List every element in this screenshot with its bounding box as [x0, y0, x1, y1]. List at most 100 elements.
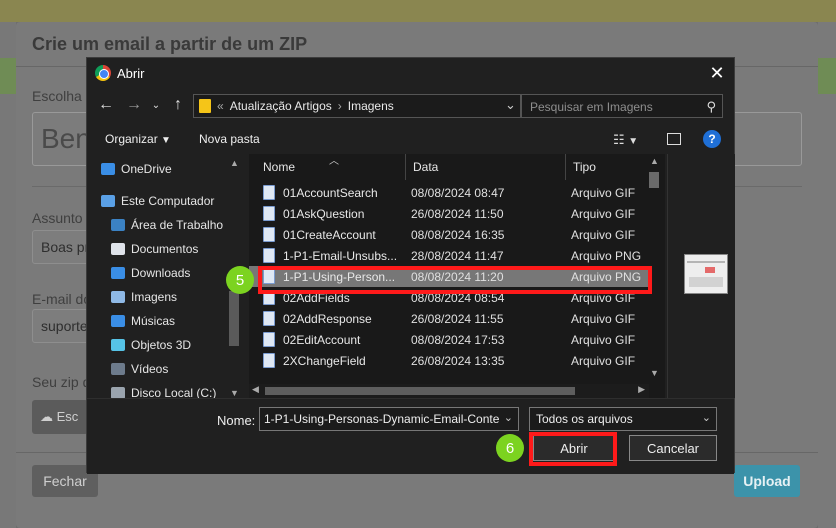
organize-label: Organizar	[105, 132, 158, 146]
folder-icon	[199, 99, 211, 113]
scroll-right-icon[interactable]: ▶	[638, 384, 645, 395]
file-name: 02AddResponse	[283, 312, 372, 326]
breadcrumb-prefix: «	[217, 99, 224, 113]
file-type-filter[interactable]: Todos os arquivos ⌄	[529, 407, 717, 431]
zip-label: Seu zip d	[32, 374, 91, 390]
organize-menu[interactable]: Organizar ▼	[105, 132, 171, 146]
new-folder-button[interactable]: Nova pasta	[199, 132, 260, 146]
search-placeholder: Pesquisar em Imagens	[530, 100, 653, 114]
recent-locations-chevron-icon[interactable]: ⌄	[145, 94, 167, 116]
file-name: 01AskQuestion	[283, 207, 365, 221]
up-arrow-icon[interactable]: ↑	[167, 94, 189, 116]
scroll-down-icon[interactable]: ▼	[650, 368, 659, 378]
choose-file-button[interactable]: ☁ Esc	[32, 400, 88, 434]
sidebar-item-label: Músicas	[131, 314, 176, 328]
image-file-icon	[263, 206, 275, 221]
step-5-badge: 5	[226, 266, 254, 294]
close-icon[interactable]: ✕	[706, 62, 728, 84]
upload-button[interactable]: Upload	[734, 465, 800, 497]
breadcrumb-item-imagens[interactable]: Imagens	[348, 99, 394, 113]
sidebar-item-5[interactable]: Imagens	[111, 286, 177, 308]
email-input[interactable]: suporte	[32, 309, 92, 343]
image-file-icon	[263, 353, 275, 368]
column-date-header[interactable]: Data	[413, 154, 438, 180]
cloud-icon	[101, 163, 115, 175]
column-name-header[interactable]: Nome	[263, 154, 295, 180]
scroll-thumb[interactable]	[229, 291, 239, 346]
file-type: Arquivo GIF	[571, 354, 636, 368]
dialog-title: Abrir	[117, 66, 145, 81]
address-bar[interactable]: « Atualização Artigos › Imagens	[193, 94, 521, 118]
filename-label: Nome:	[217, 413, 256, 428]
sidebar-item-label: Vídeos	[131, 362, 169, 376]
image-file-icon	[263, 248, 275, 263]
sidebar-item-label: Disco Local (C:)	[131, 386, 217, 398]
highlight-open-button	[529, 432, 617, 466]
file-row[interactable]: 1-P1-Email-Unsubs... 28/08/2024 11:47 Arqu…	[249, 245, 649, 266]
chevron-down-icon: ⌄	[503, 412, 513, 424]
horizontal-scrollbar[interactable]: ◀ ▶	[249, 384, 649, 398]
page-left-edge	[0, 22, 16, 528]
sidebar-item-1[interactable]: Este Computador	[101, 190, 214, 212]
scroll-thumb[interactable]	[649, 172, 659, 188]
documents-icon	[111, 243, 125, 255]
view-options-icon[interactable]: ☷ ▼	[613, 132, 638, 148]
sidebar-item-label: Objetos 3D	[131, 338, 192, 352]
file-row[interactable]: 01AccountSearch 08/08/2024 08:47 Arquivo G…	[249, 182, 649, 203]
sidebar-item-label: OneDrive	[121, 162, 172, 176]
filename-input[interactable]: 1-P1-Using-Personas-Dynamic-Email-Conten…	[259, 407, 517, 431]
image-file-icon	[263, 185, 275, 200]
choose-file-label: Esc	[56, 409, 79, 424]
sidebar-item-7[interactable]: Objetos 3D	[111, 334, 191, 356]
page-accent-left	[0, 58, 16, 94]
sidebar-item-label: Este Computador	[121, 194, 215, 208]
sidebar-item-6[interactable]: Músicas	[111, 310, 175, 332]
file-date: 26/08/2024 11:55	[411, 312, 504, 326]
file-row[interactable]: 02AddResponse 26/08/2024 11:55 Arquivo GIF	[249, 308, 649, 329]
cancel-button[interactable]: Cancelar	[629, 435, 717, 461]
sidebar-item-9[interactable]: Disco Local (C:)	[111, 382, 216, 398]
sidebar-item-label: Área de Trabalho	[131, 218, 224, 232]
file-name: 2XChangeField	[283, 354, 366, 368]
horizontal-scroll-thumb[interactable]	[265, 387, 575, 395]
file-type: Arquivo GIF	[571, 207, 636, 221]
forward-arrow-icon[interactable]: →	[123, 94, 145, 116]
sidebar-item-8[interactable]: Vídeos	[111, 358, 168, 380]
sidebar-item-label: Downloads	[131, 266, 191, 280]
scroll-down-icon[interactable]: ▼	[230, 388, 239, 398]
chevron-down-icon: ⌄	[701, 412, 711, 424]
dialog-footer: Nome: 1-P1-Using-Personas-Dynamic-Email-…	[87, 398, 734, 474]
sidebar-item-0[interactable]: OneDrive	[101, 158, 172, 180]
modal-title: Crie um email a partir de um ZIP	[32, 34, 308, 54]
file-type: Arquivo GIF	[571, 312, 636, 326]
sidebar-item-3[interactable]: Documentos	[111, 238, 198, 260]
sort-ascending-icon: ︿	[329, 156, 339, 167]
file-row[interactable]: 2XChangeField 26/08/2024 13:35 Arquivo GIF	[249, 350, 649, 371]
help-icon[interactable]: ?	[703, 130, 721, 148]
search-input[interactable]: Pesquisar em Imagens ⚲	[521, 94, 723, 118]
address-dropdown-icon[interactable]: ⌄	[505, 97, 516, 113]
file-date: 26/08/2024 13:35	[411, 354, 505, 368]
column-separator	[405, 154, 406, 180]
image-file-icon	[263, 227, 275, 242]
dialog-toolbar: Organizar ▼ Nova pasta ☷ ▼ ?	[87, 124, 734, 154]
scroll-up-icon[interactable]: ▲	[650, 156, 659, 166]
dialog-titlebar: Abrir ✕	[87, 58, 734, 88]
sidebar-item-4[interactable]: Downloads	[111, 262, 190, 284]
back-arrow-icon[interactable]: ←	[95, 94, 117, 116]
column-type-header[interactable]: Tipo	[573, 154, 596, 180]
filename-history-dropdown[interactable]: ⌄	[499, 407, 519, 431]
file-row[interactable]: 02EditAccount 08/08/2024 17:53 Arquivo GIF	[249, 329, 649, 350]
scroll-up-icon[interactable]: ▲	[230, 158, 239, 168]
choose-label: Escolha u	[32, 88, 94, 104]
file-row[interactable]: 01AskQuestion 26/08/2024 11:50 Arquivo GIF	[249, 203, 649, 224]
sidebar-item-2[interactable]: Área de Trabalho	[111, 214, 223, 236]
file-name: 01AccountSearch	[283, 186, 378, 200]
chrome-icon	[95, 65, 111, 81]
preview-pane-icon[interactable]	[667, 133, 681, 145]
breadcrumb-item-atualizacao[interactable]: Atualização Artigos	[230, 99, 332, 113]
scroll-left-icon[interactable]: ◀	[252, 384, 259, 395]
subject-input[interactable]: Boas pr	[32, 230, 92, 264]
file-type: Arquivo GIF	[571, 228, 636, 242]
file-row[interactable]: 01CreateAccount 08/08/2024 16:35 Arquivo G…	[249, 224, 649, 245]
